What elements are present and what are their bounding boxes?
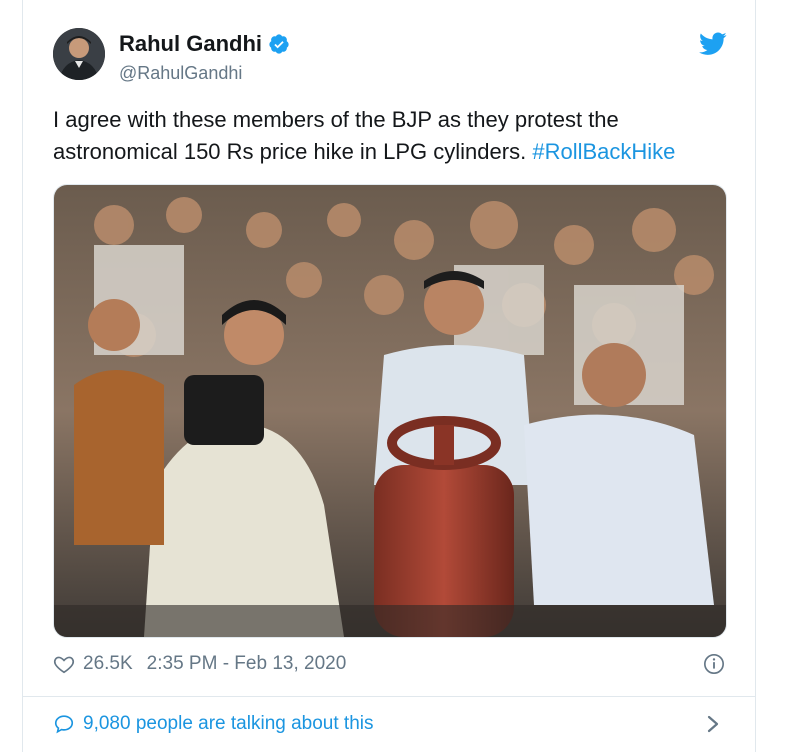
talking-about-link[interactable]: 9,080 people are talking about this	[53, 711, 374, 737]
avatar[interactable]	[53, 28, 105, 80]
hashtag-link[interactable]: #RollBackHike	[532, 139, 675, 164]
verified-badge-icon	[269, 34, 289, 54]
timestamp[interactable]: 2:35 PM - Feb 13, 2020	[147, 653, 347, 675]
divider	[23, 696, 755, 697]
tweet-card[interactable]: Rahul Gandhi @RahulGandhi I agree with t…	[22, 0, 756, 752]
tweet-meta: 26.5K 2:35 PM - Feb 13, 2020	[53, 651, 346, 677]
author-handle[interactable]: @RahulGandhi	[119, 63, 242, 84]
heart-icon[interactable]	[53, 653, 75, 675]
info-icon[interactable]	[703, 653, 725, 675]
speech-bubble-icon	[54, 715, 74, 734]
author-name-row[interactable]: Rahul Gandhi	[119, 31, 290, 57]
chevron-right-icon[interactable]	[705, 713, 721, 735]
tweet-photo[interactable]	[53, 184, 727, 638]
twitter-bird-icon[interactable]	[699, 32, 727, 56]
author-name[interactable]: Rahul Gandhi	[119, 31, 262, 57]
talking-about-text[interactable]: 9,080 people are talking about this	[83, 713, 374, 735]
like-count[interactable]: 26.5K	[83, 653, 133, 675]
tweet-text: I agree with these members of the BJP as…	[53, 104, 743, 168]
